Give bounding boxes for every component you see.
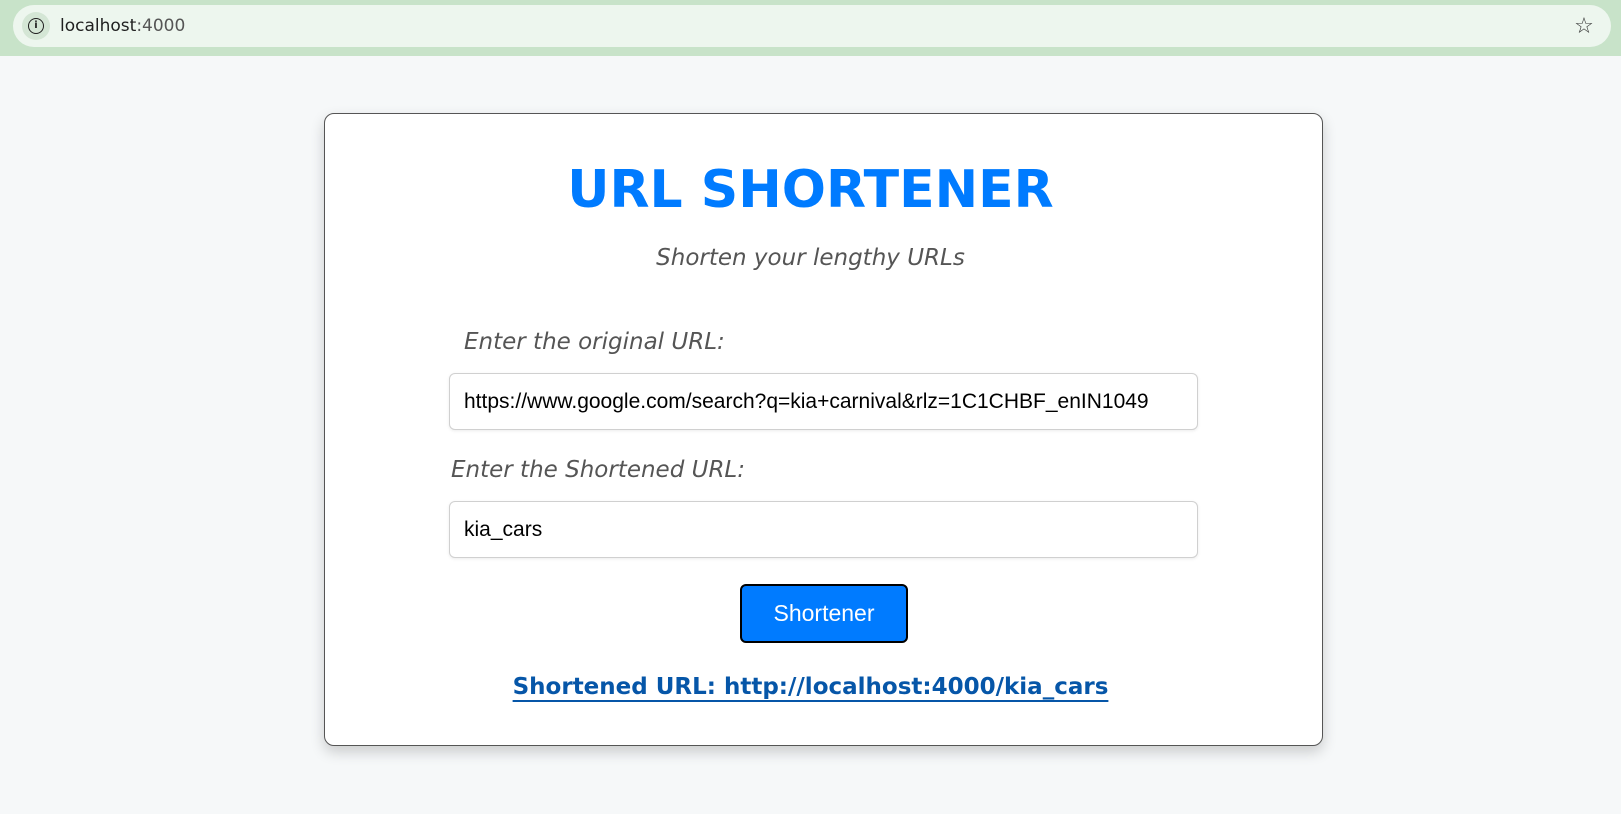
info-icon: i [28,18,44,34]
original-url-input[interactable] [449,373,1198,430]
original-url-label: Enter the original URL: [464,329,725,355]
page-subtitle: Shorten your lengthy URLs [656,245,965,271]
address-url[interactable]: localhost:4000 [60,16,185,36]
address-bar[interactable]: i localhost:4000 ☆ [13,5,1611,47]
browser-toolbar: i localhost:4000 ☆ [0,0,1621,56]
shortener-button[interactable]: Shortener [740,584,908,643]
site-info-button[interactable]: i [22,12,50,40]
page-title: URL SHORTENER [567,160,1054,220]
url-port: :4000 [136,16,186,36]
url-host: localhost [60,16,137,36]
shortened-url-input[interactable] [449,501,1198,558]
shortened-url-link[interactable]: Shortened URL: http://localhost:4000/kia… [513,674,1109,700]
bookmark-star-icon[interactable]: ☆ [1571,13,1597,39]
shortened-url-label: Enter the Shortened URL: [451,457,745,483]
result-container: Shortened URL: http://localhost:4000/kia… [0,674,1621,700]
